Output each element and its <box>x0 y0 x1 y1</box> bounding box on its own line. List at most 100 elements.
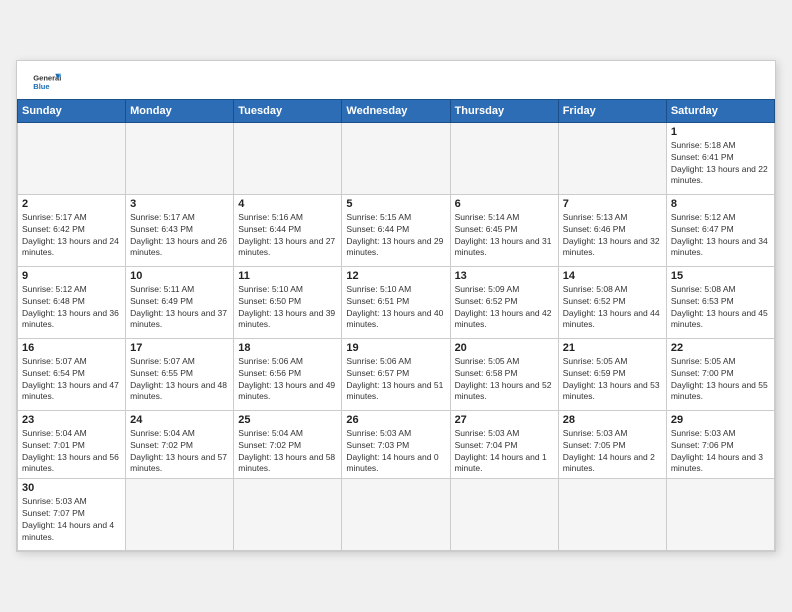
day-info: Sunrise: 5:05 AMSunset: 7:00 PMDaylight:… <box>671 356 770 404</box>
day-info: Sunrise: 5:18 AMSunset: 6:41 PMDaylight:… <box>671 140 770 188</box>
day-number: 3 <box>130 198 229 210</box>
calendar-cell <box>450 479 558 551</box>
calendar-cell: 5 Sunrise: 5:15 AMSunset: 6:44 PMDaylight… <box>342 194 450 266</box>
calendar-cell: 2Sunrise: 5:17 AMSunset: 6:42 PMDaylight… <box>18 194 126 266</box>
day-info: Sunrise: 5:07 AMSunset: 6:54 PMDaylight:… <box>22 356 121 404</box>
day-number: 30 <box>22 482 121 494</box>
calendar-cell: 17Sunrise: 5:07 AMSunset: 6:55 PMDayligh… <box>126 338 234 410</box>
calendar-cell: 9 Sunrise: 5:12 AMSunset: 6:48 PMDaylight… <box>18 266 126 338</box>
day-number: 25 <box>238 414 337 426</box>
day-number: 10 <box>130 270 229 282</box>
day-info: Sunrise: 5:17 AMSunset: 6:42 PMDaylight:… <box>22 212 121 260</box>
calendar-cell: 7 Sunrise: 5:13 AMSunset: 6:46 PMDaylight… <box>558 194 666 266</box>
day-info: Sunrise: 5:06 AMSunset: 6:56 PMDaylight:… <box>238 356 337 404</box>
calendar-cell: 16Sunrise: 5:07 AMSunset: 6:54 PMDayligh… <box>18 338 126 410</box>
calendar-cell: 14 Sunrise: 5:08 AMSunset: 6:52 PMDayligh… <box>558 266 666 338</box>
day-number: 8 <box>671 198 770 210</box>
calendar-header: General Blue <box>17 61 775 99</box>
day-info: Sunrise: 5:06 AMSunset: 6:57 PMDaylight:… <box>346 356 445 404</box>
calendar-body: 1 Sunrise: 5:18 AMSunset: 6:41 PMDaylight… <box>18 122 775 551</box>
day-info: Sunrise: 5:15 AMSunset: 6:44 PMDaylight:… <box>346 212 445 260</box>
day-info: Sunrise: 5:04 AMSunset: 7:01 PMDaylight:… <box>22 428 121 476</box>
calendar-cell: 19 Sunrise: 5:06 AMSunset: 6:57 PMDayligh… <box>342 338 450 410</box>
calendar-cell: 3 Sunrise: 5:17 AMSunset: 6:43 PMDaylight… <box>126 194 234 266</box>
calendar-cell: 11 Sunrise: 5:10 AMSunset: 6:50 PMDayligh… <box>234 266 342 338</box>
calendar-cell: 12 Sunrise: 5:10 AMSunset: 6:51 PMDayligh… <box>342 266 450 338</box>
day-number: 7 <box>563 198 662 210</box>
calendar-cell <box>126 122 234 194</box>
day-info: Sunrise: 5:07 AMSunset: 6:55 PMDaylight:… <box>130 356 229 404</box>
day-number: 15 <box>671 270 770 282</box>
calendar-row-0: 1 Sunrise: 5:18 AMSunset: 6:41 PMDaylight… <box>18 122 775 194</box>
calendar-cell <box>234 122 342 194</box>
day-info: Sunrise: 5:16 AMSunset: 6:44 PMDaylight:… <box>238 212 337 260</box>
calendar-row-5: 30Sunrise: 5:03 AMSunset: 7:07 PMDayligh… <box>18 479 775 551</box>
day-number: 5 <box>346 198 445 210</box>
day-info: Sunrise: 5:10 AMSunset: 6:50 PMDaylight:… <box>238 284 337 332</box>
calendar-cell: 24Sunrise: 5:04 AMSunset: 7:02 PMDayligh… <box>126 410 234 479</box>
calendar-cell: 22Sunrise: 5:05 AMSunset: 7:00 PMDayligh… <box>666 338 774 410</box>
calendar-cell <box>666 479 774 551</box>
calendar-cell: 20 Sunrise: 5:05 AMSunset: 6:58 PMDayligh… <box>450 338 558 410</box>
day-info: Sunrise: 5:12 AMSunset: 6:48 PMDaylight:… <box>22 284 121 332</box>
day-info: Sunrise: 5:03 AMSunset: 7:06 PMDaylight:… <box>671 428 770 476</box>
calendar-row-4: 23 Sunrise: 5:04 AMSunset: 7:01 PMDayligh… <box>18 410 775 479</box>
calendar-row-1: 2Sunrise: 5:17 AMSunset: 6:42 PMDaylight… <box>18 194 775 266</box>
weekday-header-monday: Monday <box>126 99 234 122</box>
calendar-container: General Blue SundayMondayTuesdayWednesda… <box>16 60 776 553</box>
calendar-cell: 1 Sunrise: 5:18 AMSunset: 6:41 PMDaylight… <box>666 122 774 194</box>
calendar-cell: 27Sunrise: 5:03 AMSunset: 7:04 PMDayligh… <box>450 410 558 479</box>
calendar-cell <box>18 122 126 194</box>
day-info: Sunrise: 5:04 AMSunset: 7:02 PMDaylight:… <box>130 428 229 476</box>
day-info: Sunrise: 5:12 AMSunset: 6:47 PMDaylight:… <box>671 212 770 260</box>
weekday-header-saturday: Saturday <box>666 99 774 122</box>
weekday-header-row: SundayMondayTuesdayWednesdayThursdayFrid… <box>18 99 775 122</box>
weekday-header-wednesday: Wednesday <box>342 99 450 122</box>
day-info: Sunrise: 5:05 AMSunset: 6:58 PMDaylight:… <box>455 356 554 404</box>
day-number: 28 <box>563 414 662 426</box>
day-info: Sunrise: 5:03 AMSunset: 7:04 PMDaylight:… <box>455 428 554 476</box>
day-number: 14 <box>563 270 662 282</box>
calendar-cell: 8 Sunrise: 5:12 AMSunset: 6:47 PMDaylight… <box>666 194 774 266</box>
day-info: Sunrise: 5:08 AMSunset: 6:52 PMDaylight:… <box>563 284 662 332</box>
weekday-header-sunday: Sunday <box>18 99 126 122</box>
svg-text:Blue: Blue <box>33 82 49 91</box>
calendar-row-3: 16Sunrise: 5:07 AMSunset: 6:54 PMDayligh… <box>18 338 775 410</box>
weekday-header-friday: Friday <box>558 99 666 122</box>
calendar-cell: 29 Sunrise: 5:03 AMSunset: 7:06 PMDayligh… <box>666 410 774 479</box>
calendar-cell: 13Sunrise: 5:09 AMSunset: 6:52 PMDayligh… <box>450 266 558 338</box>
calendar-cell: 21Sunrise: 5:05 AMSunset: 6:59 PMDayligh… <box>558 338 666 410</box>
day-info: Sunrise: 5:13 AMSunset: 6:46 PMDaylight:… <box>563 212 662 260</box>
calendar-cell: 4Sunrise: 5:16 AMSunset: 6:44 PMDaylight… <box>234 194 342 266</box>
calendar-cell: 30Sunrise: 5:03 AMSunset: 7:07 PMDayligh… <box>18 479 126 551</box>
day-number: 20 <box>455 342 554 354</box>
day-number: 29 <box>671 414 770 426</box>
calendar-cell <box>126 479 234 551</box>
day-number: 1 <box>671 126 770 138</box>
day-number: 21 <box>563 342 662 354</box>
day-number: 6 <box>455 198 554 210</box>
day-info: Sunrise: 5:04 AMSunset: 7:02 PMDaylight:… <box>238 428 337 476</box>
day-info: Sunrise: 5:03 AMSunset: 7:03 PMDaylight:… <box>346 428 445 476</box>
day-number: 23 <box>22 414 121 426</box>
day-info: Sunrise: 5:03 AMSunset: 7:05 PMDaylight:… <box>563 428 662 476</box>
day-number: 19 <box>346 342 445 354</box>
calendar-row-2: 9 Sunrise: 5:12 AMSunset: 6:48 PMDaylight… <box>18 266 775 338</box>
weekday-header-tuesday: Tuesday <box>234 99 342 122</box>
calendar-cell <box>558 479 666 551</box>
day-info: Sunrise: 5:08 AMSunset: 6:53 PMDaylight:… <box>671 284 770 332</box>
day-number: 11 <box>238 270 337 282</box>
calendar-cell <box>234 479 342 551</box>
day-info: Sunrise: 5:14 AMSunset: 6:45 PMDaylight:… <box>455 212 554 260</box>
day-info: Sunrise: 5:17 AMSunset: 6:43 PMDaylight:… <box>130 212 229 260</box>
calendar-cell: 15 Sunrise: 5:08 AMSunset: 6:53 PMDayligh… <box>666 266 774 338</box>
day-number: 9 <box>22 270 121 282</box>
day-info: Sunrise: 5:10 AMSunset: 6:51 PMDaylight:… <box>346 284 445 332</box>
day-number: 13 <box>455 270 554 282</box>
calendar-grid: SundayMondayTuesdayWednesdayThursdayFrid… <box>17 99 775 552</box>
calendar-cell <box>342 479 450 551</box>
day-number: 12 <box>346 270 445 282</box>
calendar-cell: 6 Sunrise: 5:14 AMSunset: 6:45 PMDaylight… <box>450 194 558 266</box>
day-info: Sunrise: 5:11 AMSunset: 6:49 PMDaylight:… <box>130 284 229 332</box>
calendar-cell: 26Sunrise: 5:03 AMSunset: 7:03 PMDayligh… <box>342 410 450 479</box>
